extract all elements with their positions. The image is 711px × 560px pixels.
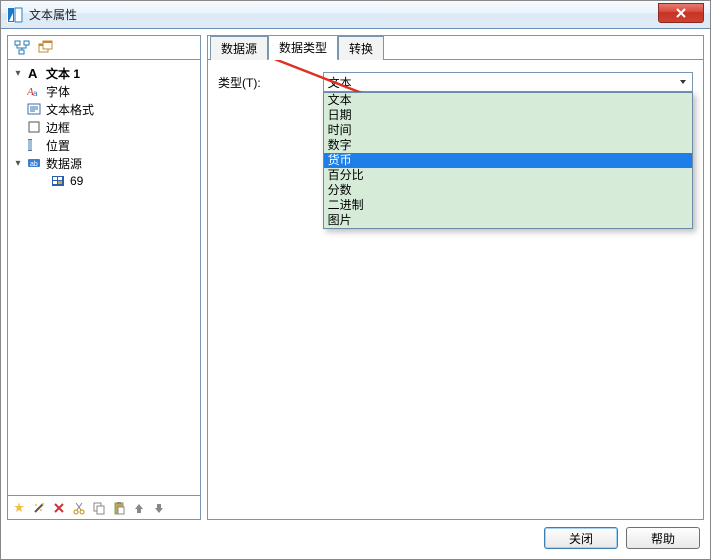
toolbar-button-copy[interactable] <box>90 498 108 518</box>
toolbar-button-wizard[interactable] <box>10 498 28 518</box>
button-label: 帮助 <box>651 530 675 547</box>
dialog-footer: 关闭 帮助 <box>1 526 710 554</box>
tree-item-position[interactable]: 位置 <box>8 136 200 154</box>
type-dropdown-list[interactable]: 文本日期时间数字货币百分比分数二进制图片 <box>323 92 693 229</box>
copy-icon <box>92 501 106 515</box>
svg-text:a: a <box>33 89 38 98</box>
position-icon <box>26 137 42 153</box>
app-icon <box>7 7 23 23</box>
client-area: ▾ A 文本 1 Aa 字体 文本格式 <box>1 29 710 526</box>
tree-item-label: 数据源 <box>46 155 82 172</box>
dropdown-option[interactable]: 图片 <box>324 213 692 228</box>
tab-datasource[interactable]: 数据源 <box>210 36 268 60</box>
left-toolbar-bottom <box>8 495 200 519</box>
datasource-icon: ab <box>26 155 42 171</box>
chevron-down-icon <box>676 75 690 89</box>
toolbar-button-cut[interactable] <box>70 498 88 518</box>
struct-icon <box>14 40 30 56</box>
dropdown-option[interactable]: 百分比 <box>324 168 692 183</box>
help-button[interactable]: 帮助 <box>626 527 700 549</box>
tree-view[interactable]: ▾ A 文本 1 Aa 字体 文本格式 <box>8 60 200 495</box>
dropdown-option[interactable]: 分数 <box>324 183 692 198</box>
title-bar: 文本属性 <box>1 1 710 29</box>
dropdown-option[interactable]: 二进制 <box>324 198 692 213</box>
toolbar-button-delete[interactable] <box>50 498 68 518</box>
tab-transform[interactable]: 转换 <box>338 36 384 60</box>
toolbar-button-struct[interactable] <box>12 38 32 58</box>
toolbar-button-down[interactable] <box>150 498 168 518</box>
tree-root-label: 文本 1 <box>46 65 80 82</box>
textformat-icon <box>26 101 42 117</box>
tree-item-datasource-child[interactable]: 69 <box>8 172 200 190</box>
collapse-icon[interactable]: ▾ <box>12 157 24 169</box>
type-label: 类型(T): <box>218 74 261 91</box>
wand-star-icon <box>12 501 26 515</box>
tree-item-border[interactable]: 边框 <box>8 118 200 136</box>
arrow-down-icon <box>152 501 166 515</box>
tree-root[interactable]: ▾ A 文本 1 <box>8 64 200 82</box>
svg-text:A: A <box>28 66 38 80</box>
toolbar-button-windows[interactable] <box>36 38 56 58</box>
type-combobox[interactable]: 文本 文本日期时间数字货币百分比分数二进制图片 <box>323 72 693 92</box>
dropdown-option[interactable]: 日期 <box>324 108 692 123</box>
close-icon <box>676 8 686 18</box>
text-object-icon: A <box>26 65 42 81</box>
tree-item-label: 字体 <box>46 83 70 100</box>
tab-bar: 数据源 数据类型 转换 <box>208 36 703 60</box>
tree-item-label: 69 <box>70 174 83 188</box>
data-item-icon <box>50 173 66 189</box>
windows-icon <box>38 40 54 56</box>
wand-icon <box>32 501 46 515</box>
toolbar-button-up[interactable] <box>130 498 148 518</box>
tree-item-label: 文本格式 <box>46 101 94 118</box>
right-panel: 数据源 数据类型 转换 类型(T): 文本 文本日期时间数字货币百分比分数二进制… <box>207 35 704 520</box>
window-title: 文本属性 <box>29 6 77 23</box>
toolbar-button-paste[interactable] <box>110 498 128 518</box>
close-button[interactable]: 关闭 <box>544 527 618 549</box>
dropdown-option[interactable]: 文本 <box>324 93 692 108</box>
tab-datatype[interactable]: 数据类型 <box>268 35 338 60</box>
button-label: 关闭 <box>569 530 593 547</box>
tree-item-textformat[interactable]: 文本格式 <box>8 100 200 118</box>
left-toolbar-top <box>8 36 200 60</box>
toolbar-button-magic[interactable] <box>30 498 48 518</box>
tree-item-label: 位置 <box>46 137 70 154</box>
type-field-row: 类型(T): 文本 文本日期时间数字货币百分比分数二进制图片 <box>218 72 693 92</box>
left-panel: ▾ A 文本 1 Aa 字体 文本格式 <box>7 35 201 520</box>
dropdown-option[interactable]: 时间 <box>324 123 692 138</box>
tab-label: 数据类型 <box>279 41 327 55</box>
font-icon: Aa <box>26 83 42 99</box>
tree-item-datasource[interactable]: ▾ ab 数据源 <box>8 154 200 172</box>
tab-content: 类型(T): 文本 文本日期时间数字货币百分比分数二进制图片 <box>208 60 703 519</box>
collapse-icon[interactable]: ▾ <box>12 67 24 79</box>
tree-item-label: 边框 <box>46 119 70 136</box>
combo-selected-value: 文本 <box>328 74 352 91</box>
tab-label: 转换 <box>349 42 373 56</box>
arrow-up-icon <box>132 501 146 515</box>
paste-icon <box>112 501 126 515</box>
cut-icon <box>72 501 86 515</box>
dropdown-option[interactable]: 货币 <box>324 153 692 168</box>
tab-label: 数据源 <box>221 42 257 56</box>
border-icon <box>26 119 42 135</box>
delete-icon <box>52 501 66 515</box>
dropdown-option[interactable]: 数字 <box>324 138 692 153</box>
tree-item-font[interactable]: Aa 字体 <box>8 82 200 100</box>
svg-text:ab: ab <box>30 161 38 168</box>
close-window-button[interactable] <box>658 3 704 23</box>
